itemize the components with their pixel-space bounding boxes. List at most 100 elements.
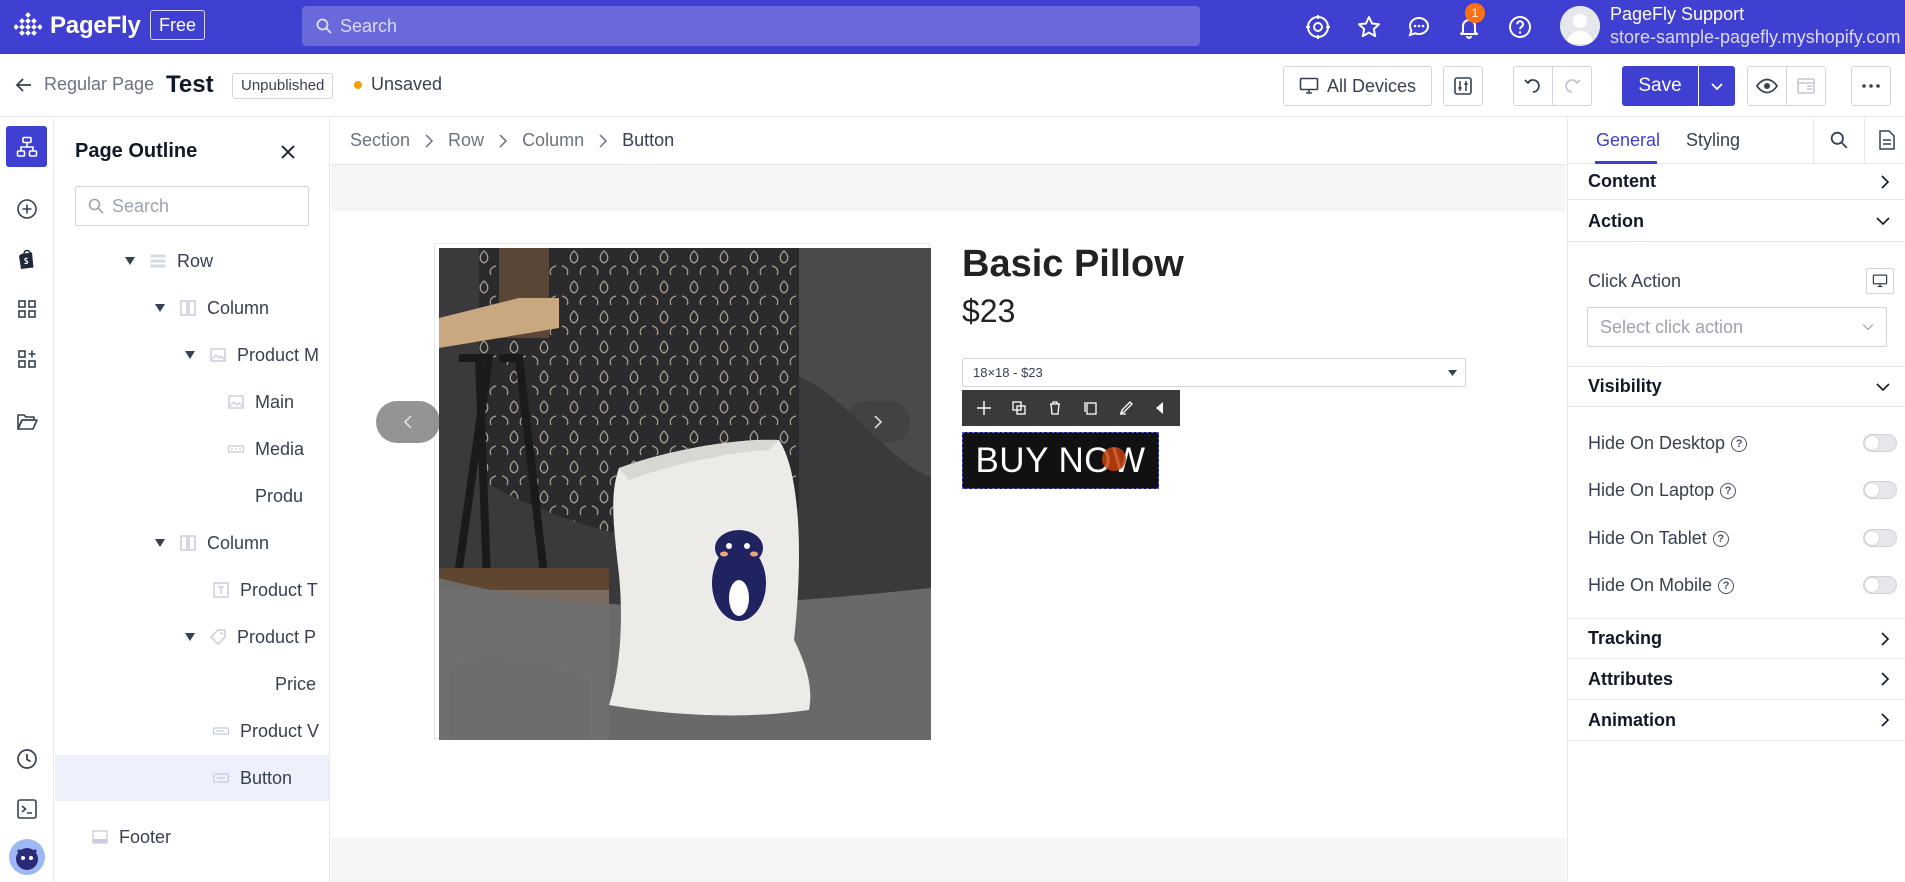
help-icon[interactable]: ? xyxy=(1720,482,1737,499)
user-name[interactable]: PageFly Support xyxy=(1610,4,1744,25)
element-toolbar xyxy=(962,390,1180,426)
add-element-tab[interactable] xyxy=(6,188,47,229)
redo-icon xyxy=(1565,79,1581,93)
outline-item-button[interactable]: Button xyxy=(55,755,329,801)
outline-item-column[interactable]: Column xyxy=(55,285,329,331)
click-action-select[interactable]: Select click action xyxy=(1587,307,1887,347)
user-store-domain[interactable]: store-sample-pagefly.myshopify.com xyxy=(1610,27,1900,48)
outline-item-product-variants[interactable]: Product V xyxy=(55,708,329,754)
hide-on-tablet-toggle[interactable] xyxy=(1863,529,1897,547)
outline-item-product-price[interactable]: Product P xyxy=(55,614,329,660)
caret-down-icon[interactable] xyxy=(183,351,197,359)
support-avatar-icon[interactable] xyxy=(6,836,47,877)
product-title[interactable]: Basic Pillow xyxy=(962,243,1184,286)
unsaved-dot-icon xyxy=(354,80,362,89)
section-tracking[interactable]: Tracking xyxy=(1568,618,1905,659)
help-icon[interactable]: ? xyxy=(1712,530,1729,547)
pagefly-logo[interactable]: PageFly xyxy=(14,12,141,40)
inspector-search-icon[interactable] xyxy=(1830,131,1848,154)
section-content[interactable]: Content xyxy=(1568,164,1905,200)
section-animation[interactable]: Animation xyxy=(1568,700,1905,741)
caret-down-icon[interactable] xyxy=(183,633,197,641)
files-tab[interactable] xyxy=(6,400,47,441)
publish-status-badge: Unpublished xyxy=(232,73,334,99)
shopify-bag-icon xyxy=(18,249,33,269)
chevron-left-icon xyxy=(403,415,412,429)
outline-search-input[interactable]: Search xyxy=(75,186,309,226)
copy-icon[interactable] xyxy=(1084,401,1098,415)
shopify-tab[interactable] xyxy=(6,238,47,279)
product-image[interactable] xyxy=(439,248,931,740)
star-icon[interactable] xyxy=(1355,13,1383,41)
device-selector-button[interactable]: All Devices xyxy=(1283,66,1432,106)
trash-icon[interactable] xyxy=(1048,401,1062,415)
section-action[interactable]: Action xyxy=(1568,201,1905,242)
redo-button[interactable] xyxy=(1552,66,1592,106)
outline-item-media[interactable]: Media xyxy=(55,426,329,472)
history-tab[interactable] xyxy=(6,738,47,779)
page-title[interactable]: Test xyxy=(166,71,214,99)
device-scope-button[interactable] xyxy=(1866,268,1894,294)
product-price[interactable]: $23 xyxy=(962,293,1015,330)
style-brush-icon[interactable] xyxy=(1119,401,1134,415)
undo-button[interactable] xyxy=(1513,66,1553,106)
move-icon[interactable] xyxy=(976,401,991,415)
collapse-toolbar-icon[interactable] xyxy=(1155,402,1165,414)
grid-plus-icon xyxy=(17,349,36,368)
tab-general[interactable]: General xyxy=(1596,130,1660,151)
duplicate-icon[interactable] xyxy=(1012,401,1027,415)
tab-styling[interactable]: Styling xyxy=(1686,130,1740,151)
page-settings-button[interactable] xyxy=(1443,66,1483,106)
outline-item-product[interactable]: Produ xyxy=(55,473,329,519)
save-state-label: Unsaved xyxy=(371,74,443,94)
hide-on-desktop-toggle[interactable] xyxy=(1863,434,1897,452)
help-icon[interactable] xyxy=(1506,13,1534,41)
user-avatar[interactable] xyxy=(1560,6,1600,46)
buy-now-button[interactable]: BUY NOW xyxy=(962,432,1159,489)
outline-item-column[interactable]: Column xyxy=(55,520,329,566)
breadcrumb-item-section[interactable]: Section xyxy=(350,130,410,151)
plan-badge[interactable]: Free xyxy=(150,10,206,40)
document-icon[interactable] xyxy=(1878,130,1896,155)
hide-on-mobile-toggle[interactable] xyxy=(1863,576,1897,594)
publish-button[interactable] xyxy=(1786,66,1826,106)
preview-button[interactable] xyxy=(1747,66,1787,106)
breadcrumb-item-button[interactable]: Button xyxy=(622,130,674,151)
hide-on-laptop-toggle[interactable] xyxy=(1863,481,1897,499)
breadcrumb-item-column[interactable]: Column xyxy=(522,130,584,151)
save-button[interactable]: Save xyxy=(1622,66,1698,106)
outline-item-price[interactable]: Price xyxy=(55,661,329,707)
outline-item-product-media[interactable]: Product M xyxy=(55,332,329,378)
breadcrumb-item-row[interactable]: Row xyxy=(448,130,484,151)
publish-settings-icon[interactable] xyxy=(1304,13,1332,41)
help-icon[interactable]: ? xyxy=(1718,577,1735,594)
editor-canvas[interactable]: Section Row Column Button Basic Pillow $… xyxy=(331,118,1566,882)
close-icon xyxy=(281,145,295,159)
outline-item-row[interactable]: Row xyxy=(55,238,329,284)
section-visibility[interactable]: Visibility xyxy=(1568,366,1905,407)
product-media-frame[interactable] xyxy=(434,243,931,740)
outline-item-main[interactable]: Main xyxy=(55,379,329,425)
caret-down-icon[interactable] xyxy=(153,539,167,547)
help-icon[interactable]: ? xyxy=(1731,435,1748,452)
section-attributes[interactable]: Attributes xyxy=(1568,659,1905,700)
chat-icon[interactable] xyxy=(1405,13,1433,41)
inspector-panel: General Styling Content Action Click Act… xyxy=(1567,118,1905,882)
outline-item-label: Product P xyxy=(237,626,317,647)
outline-item-product-title[interactable]: Product T xyxy=(55,567,329,613)
global-search-input[interactable]: Search xyxy=(302,6,1200,46)
sections-tab[interactable] xyxy=(6,288,47,329)
variant-select[interactable]: 18×18 - $23 xyxy=(962,358,1466,387)
apps-tab[interactable] xyxy=(6,338,47,379)
outline-item-footer[interactable]: Footer xyxy=(55,814,329,860)
slider-next-button[interactable] xyxy=(846,401,910,443)
more-options-button[interactable] xyxy=(1851,66,1891,106)
caret-down-icon[interactable] xyxy=(153,304,167,312)
page-outline-tab[interactable] xyxy=(6,126,47,167)
save-options-dropdown[interactable] xyxy=(1699,66,1735,106)
caret-down-icon[interactable] xyxy=(123,257,137,265)
slider-prev-button[interactable] xyxy=(376,401,440,443)
close-outline-button[interactable] xyxy=(280,144,296,165)
back-button[interactable]: Regular Page xyxy=(14,74,154,95)
code-editor-tab[interactable] xyxy=(6,788,47,829)
